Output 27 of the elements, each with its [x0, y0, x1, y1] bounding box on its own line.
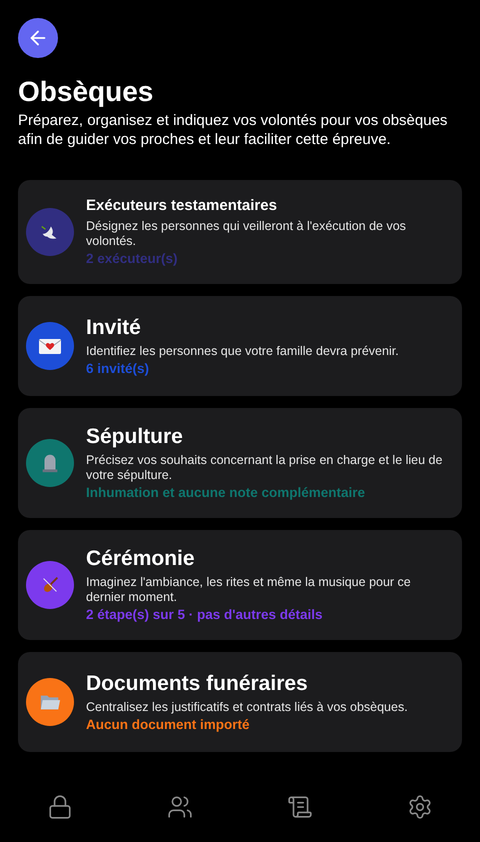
card-description: Identifiez les personnes que votre famille devra prévenir.: [86, 344, 399, 358]
users-icon[interactable]: [167, 794, 193, 820]
section-card[interactable]: Exécuteurs testamentaires Désignez les personnes qui veilleront à l'exécution de vos volontés. 2 exécuteur(s): [18, 180, 462, 284]
card-status: 2 étape(s) sur 5 · pas d'autres détails: [86, 606, 324, 624]
card-description: Désignez les personnes qui veilleront à l'exécution de vos volontés.: [86, 219, 407, 249]
card-description: Centralisez les justificatifs et contrats liés à vos obsèques.: [86, 700, 408, 714]
scroll-icon[interactable]: [287, 794, 313, 820]
section-card[interactable]: Sépulture Précisez vos souhaits concernant la prise en charge et le lieu de votre sépulture. Inhumation et aucune note complémentaire: [18, 408, 462, 518]
lock-icon[interactable]: [47, 794, 73, 820]
card-status: 6 invité(s): [86, 360, 150, 378]
card-description: Imaginez l'ambiance, les rites et même la musique pour ce dernier moment.: [86, 575, 412, 605]
settings-icon[interactable]: [407, 794, 433, 820]
card-title: Documents funéraires: [86, 670, 309, 696]
card-title: Sépulture: [86, 424, 184, 450]
card-status: Inhumation et aucune note complémentaire: [86, 484, 366, 502]
card-title: Exécuteurs testamentaires: [86, 196, 278, 216]
card-status: Aucun document importé: [86, 716, 251, 734]
card-description: Précisez vos souhaits concernant la prise en charge et le lieu de votre sépulture.: [86, 453, 444, 483]
card-title: Invité: [86, 314, 142, 340]
page-title: Obsèques: [18, 75, 154, 109]
back-button[interactable]: [18, 18, 58, 58]
section-card[interactable]: Cérémonie Imaginez l'ambiance, les rites et même la musique pour ce dernier moment. 2 étape(s) sur 5 · pas d'autres détails: [18, 530, 462, 640]
card-status: 2 exécuteur(s): [86, 250, 179, 268]
card-title: Cérémonie: [86, 546, 196, 572]
section-card[interactable]: Documents funéraires Centralisez les justificatifs et contrats liés à vos obsèques. Aucun document importé: [18, 652, 462, 752]
section-card[interactable]: Invité Identifiez les personnes que votre famille devra prévenir. 6 invité(s): [18, 296, 462, 396]
page-subtitle: Préparez, organisez et indiquez vos volontés pour vos obsèques afin de guider vos proches et leur faciliter cette épreuve.: [18, 111, 448, 149]
